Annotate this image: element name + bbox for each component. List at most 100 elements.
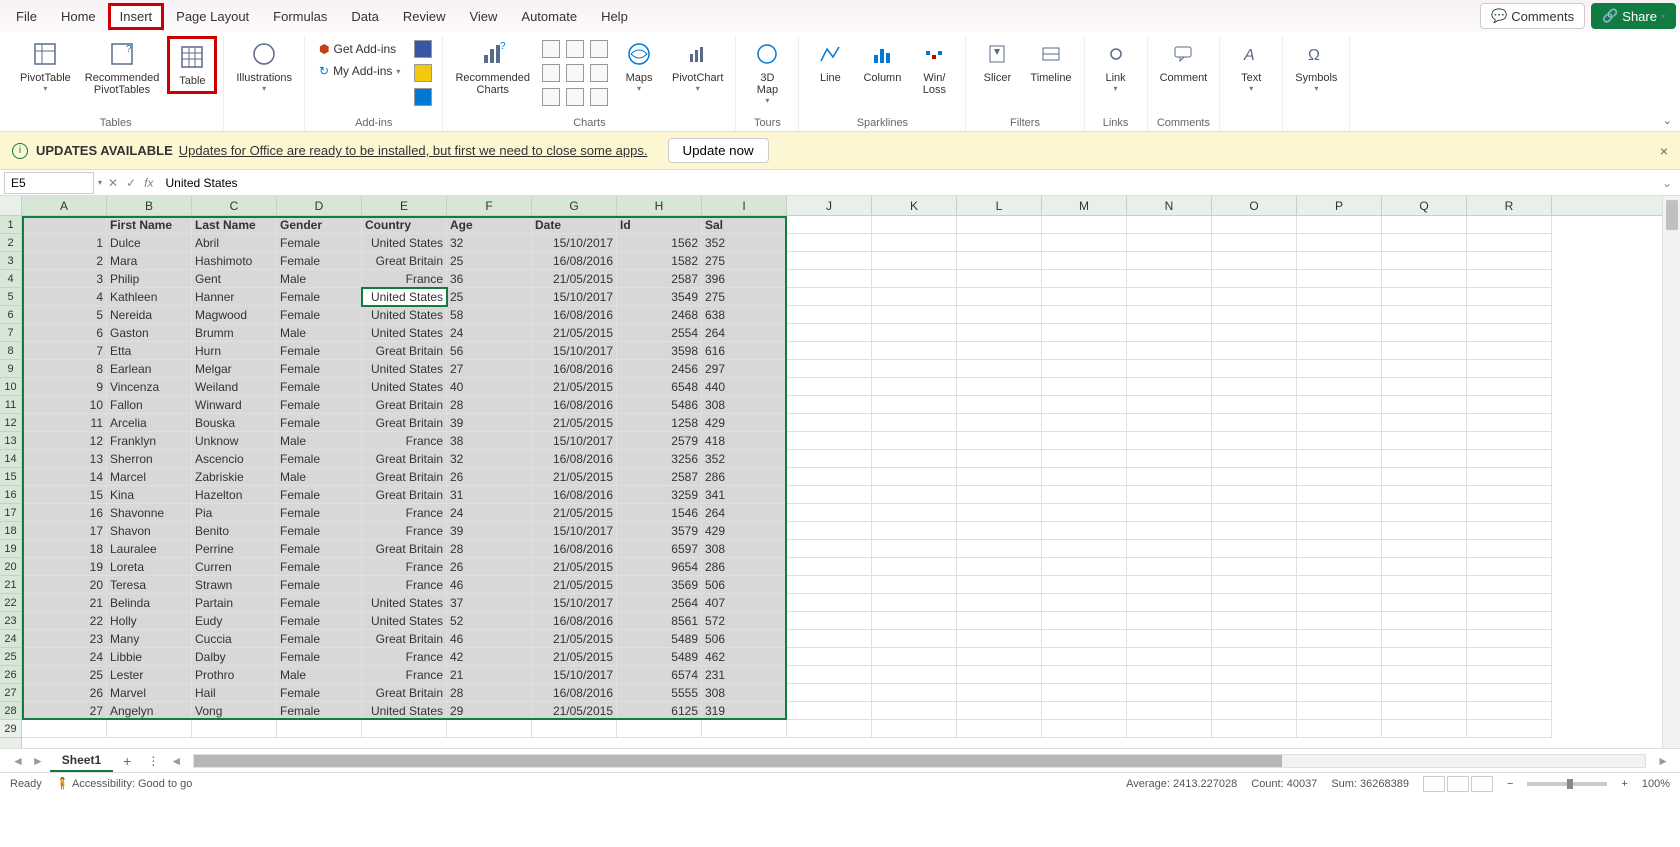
cell[interactable] xyxy=(1042,468,1127,486)
cell[interactable]: Female xyxy=(277,630,362,648)
ribbon-collapse-button[interactable]: ⌄ xyxy=(1663,114,1672,127)
col-header-M[interactable]: M xyxy=(1042,196,1127,215)
cell[interactable]: 21/05/2015 xyxy=(532,414,617,432)
select-all-corner[interactable] xyxy=(0,196,22,215)
cell[interactable]: 264 xyxy=(702,504,787,522)
cell[interactable]: Belinda xyxy=(107,594,192,612)
cell[interactable]: Cuccia xyxy=(192,630,277,648)
cell[interactable]: Female xyxy=(277,684,362,702)
cell[interactable] xyxy=(1212,702,1297,720)
col-header-E[interactable]: E xyxy=(362,196,447,215)
cell[interactable] xyxy=(1042,540,1127,558)
cell[interactable]: France xyxy=(362,432,447,450)
cell[interactable] xyxy=(1382,612,1467,630)
row-header[interactable]: 14 xyxy=(0,450,21,468)
cell[interactable] xyxy=(1467,558,1552,576)
cell[interactable]: Female xyxy=(277,702,362,720)
zoom-slider[interactable] xyxy=(1527,782,1607,786)
cell[interactable] xyxy=(957,432,1042,450)
cell[interactable]: 6597 xyxy=(617,540,702,558)
cell[interactable] xyxy=(362,720,447,738)
row-header[interactable]: 20 xyxy=(0,558,21,576)
zoom-in-button[interactable]: + xyxy=(1621,778,1627,790)
cell[interactable]: 308 xyxy=(702,540,787,558)
cell[interactable] xyxy=(1297,288,1382,306)
cell[interactable] xyxy=(1042,594,1127,612)
cell[interactable] xyxy=(957,522,1042,540)
cell[interactable]: 429 xyxy=(702,522,787,540)
cell[interactable]: 8 xyxy=(22,360,107,378)
cell[interactable]: France xyxy=(362,270,447,288)
row-header[interactable]: 3 xyxy=(0,252,21,270)
cell[interactable] xyxy=(957,486,1042,504)
cell[interactable]: Female xyxy=(277,504,362,522)
cell[interactable] xyxy=(1212,288,1297,306)
vertical-scrollbar[interactable] xyxy=(1662,196,1680,748)
cell[interactable] xyxy=(872,612,957,630)
timeline-button[interactable]: Timeline xyxy=(1024,36,1077,88)
cell[interactable]: 40 xyxy=(447,378,532,396)
area-chart-icon[interactable] xyxy=(566,64,584,82)
cell[interactable] xyxy=(1467,684,1552,702)
row-header[interactable]: 27 xyxy=(0,684,21,702)
cell[interactable]: 15/10/2017 xyxy=(532,288,617,306)
cell[interactable]: 352 xyxy=(702,450,787,468)
cell[interactable]: Ascencio xyxy=(192,450,277,468)
cell[interactable]: 16/08/2016 xyxy=(532,486,617,504)
cell[interactable] xyxy=(787,414,872,432)
cell[interactable]: Weiland xyxy=(192,378,277,396)
cell[interactable] xyxy=(1297,540,1382,558)
cell[interactable] xyxy=(1467,360,1552,378)
cell[interactable] xyxy=(1127,468,1212,486)
cell[interactable] xyxy=(1297,378,1382,396)
cell[interactable]: Holly xyxy=(107,612,192,630)
sheet-tab-active[interactable]: Sheet1 xyxy=(50,750,113,772)
cell[interactable] xyxy=(1042,702,1127,720)
col-header-K[interactable]: K xyxy=(872,196,957,215)
cell[interactable] xyxy=(957,306,1042,324)
cell[interactable]: 24 xyxy=(22,648,107,666)
cell[interactable]: Mara xyxy=(107,252,192,270)
cell[interactable] xyxy=(1127,252,1212,270)
cell[interactable]: 8561 xyxy=(617,612,702,630)
cell[interactable]: 1546 xyxy=(617,504,702,522)
cell[interactable] xyxy=(1467,432,1552,450)
cell[interactable] xyxy=(1382,216,1467,234)
cell[interactable]: 616 xyxy=(702,342,787,360)
cell[interactable] xyxy=(1127,576,1212,594)
cell[interactable]: Female xyxy=(277,288,362,306)
cell[interactable] xyxy=(1297,306,1382,324)
cell[interactable] xyxy=(1382,450,1467,468)
cell[interactable]: Female xyxy=(277,450,362,468)
cell[interactable]: Unknow xyxy=(192,432,277,450)
cell[interactable] xyxy=(1042,414,1127,432)
cell[interactable]: Curren xyxy=(192,558,277,576)
cell[interactable] xyxy=(872,270,957,288)
cell[interactable]: 58 xyxy=(447,306,532,324)
cell[interactable]: United States xyxy=(362,702,447,720)
cell[interactable] xyxy=(1467,414,1552,432)
cell[interactable] xyxy=(1382,648,1467,666)
hscroll-left[interactable]: ◄ xyxy=(167,754,185,768)
cell[interactable]: 6548 xyxy=(617,378,702,396)
cell[interactable] xyxy=(957,630,1042,648)
col-header-A[interactable]: A xyxy=(22,196,107,215)
cell[interactable] xyxy=(957,648,1042,666)
recommended-charts-button[interactable]: ? Recommended Charts xyxy=(449,36,536,100)
cell[interactable] xyxy=(1467,594,1552,612)
cell[interactable] xyxy=(1212,576,1297,594)
cell[interactable]: Great Britain xyxy=(362,468,447,486)
cell[interactable]: United States xyxy=(362,378,447,396)
cell[interactable]: 15/10/2017 xyxy=(532,594,617,612)
cell[interactable] xyxy=(1042,648,1127,666)
cell[interactable]: 39 xyxy=(447,414,532,432)
cell[interactable]: 308 xyxy=(702,396,787,414)
cell[interactable] xyxy=(787,648,872,666)
cell[interactable]: 15/10/2017 xyxy=(532,234,617,252)
cell[interactable] xyxy=(1382,486,1467,504)
cell[interactable] xyxy=(787,324,872,342)
cell[interactable] xyxy=(1212,558,1297,576)
cell[interactable] xyxy=(1127,558,1212,576)
cell[interactable]: 21 xyxy=(447,666,532,684)
cell[interactable]: 231 xyxy=(702,666,787,684)
